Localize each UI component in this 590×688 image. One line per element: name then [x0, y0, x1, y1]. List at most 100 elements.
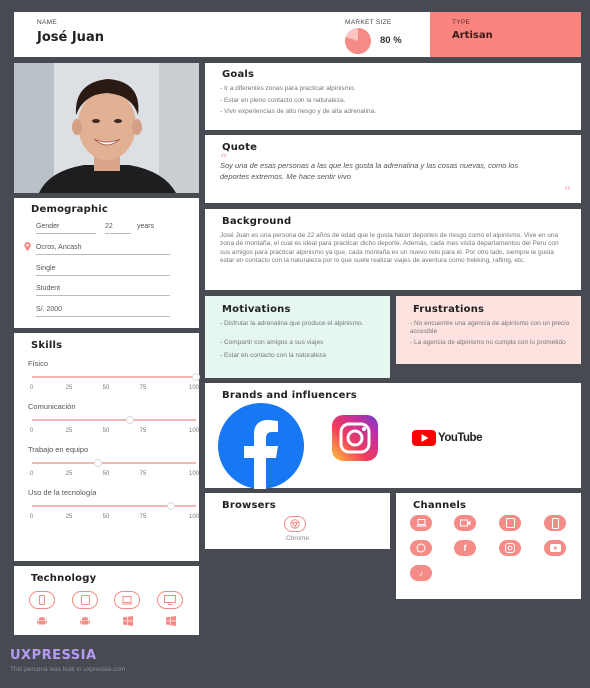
skill-tick-label: 100	[188, 514, 200, 520]
instagram-icon	[499, 540, 521, 556]
skill-tick-label: 75	[139, 385, 147, 391]
skill-tick-label: 0	[30, 385, 34, 391]
chrome-icon	[284, 516, 306, 532]
motivation-item: - Estar en contacto con la naturaleza	[220, 352, 326, 359]
avatar-card	[14, 63, 199, 193]
skill-label: Trabajo en equipo	[28, 445, 89, 454]
browsers-title: Browsers	[222, 500, 276, 511]
footer-brand[interactable]: UXPRESSIA	[10, 648, 97, 663]
laptop-icon	[410, 515, 432, 531]
gender-field: Gender	[36, 223, 96, 234]
video-icon	[454, 515, 476, 531]
quote-card: Quote “ Soy una de esas personas a las q…	[205, 135, 581, 203]
browsers-card: Browsers Chrome	[205, 493, 390, 549]
location-field: Ocros, Ancash	[36, 244, 170, 255]
skill-label: Uso de la tecnología	[28, 488, 97, 497]
skill-tick-label: 100	[188, 471, 200, 477]
frustration-item: - La agencia de alpinismo no cumpla con …	[410, 339, 566, 346]
skill-tick-label: 0	[30, 514, 34, 520]
age-unit: years	[137, 223, 155, 230]
channels-title: Channels	[413, 500, 467, 511]
youtube-icon	[544, 540, 566, 556]
avatar	[14, 63, 199, 193]
brands-title: Brands and influencers	[222, 390, 357, 401]
skill-slider[interactable]	[32, 459, 196, 467]
type-panel: TYPE Artisan	[430, 12, 581, 57]
skill-tick-label: 100	[188, 385, 200, 391]
facebook-logo	[218, 403, 304, 489]
frustrations-card: Frustrations - No encuentre una agencia …	[396, 296, 581, 364]
skill-label: Comunicación	[28, 402, 76, 411]
skill-slider[interactable]	[32, 373, 200, 381]
type-value: Artisan	[452, 30, 493, 41]
instagram-logo	[332, 415, 378, 461]
youtube-text: YouTube	[438, 432, 482, 444]
skill-tick-label: 50	[102, 471, 110, 477]
skills-title: Skills	[31, 340, 63, 351]
skill-slider-knob[interactable]	[167, 502, 176, 510]
motivations-card: Motivations - Disfrutar la adrenalina qu…	[205, 296, 390, 378]
skill-tick-label: 50	[102, 385, 110, 391]
skill-tick-label: 100	[188, 428, 200, 434]
chrome-label: Chrome	[285, 535, 310, 542]
market-size-pie	[345, 28, 372, 54]
demographic-title: Demographic	[31, 204, 109, 215]
location-pin-icon	[24, 242, 31, 251]
windows-icon	[121, 614, 135, 628]
skill-slider-knob[interactable]	[93, 459, 102, 467]
skill-tick-label: 0	[30, 471, 34, 477]
market-size-label: MARKET SIZE	[345, 19, 392, 26]
skill-slider[interactable]	[32, 502, 196, 510]
skill-tick-label: 75	[139, 471, 147, 477]
quote-title: Quote	[222, 142, 258, 153]
skill-slider-knob[interactable]	[192, 373, 200, 381]
background-text: José Juan es una persona de 22 años de e…	[220, 232, 559, 264]
windows-icon	[164, 614, 178, 628]
laptop-icon	[114, 591, 140, 609]
skill-slider-knob[interactable]	[126, 416, 135, 424]
type-label: TYPE	[452, 19, 471, 26]
tablet-icon	[72, 591, 98, 609]
frustration-item: - No encuentre una agencia de alpinismo …	[410, 320, 570, 336]
footer-note: This persona was built in uxpressia.com	[10, 666, 126, 673]
skills-card: Skills Físico 0 25 50 75 100 Comunicación 0 25 50…	[14, 333, 200, 561]
frustrations-title: Frustrations	[413, 304, 485, 315]
skill-slider[interactable]	[32, 416, 196, 424]
skill-tick-label: 75	[139, 428, 147, 434]
motivation-item: - Disfrutar la adrenalina que produce el…	[220, 320, 364, 327]
market-size-value: 80 %	[380, 35, 402, 46]
goal-item: - Estar en pleno contacto con la natural…	[220, 96, 346, 104]
header-card: NAME José Juan MARKET SIZE 80 % TYPE Art…	[14, 12, 581, 57]
name-label: NAME	[37, 19, 57, 26]
skill-tick-label: 25	[65, 514, 73, 520]
income-field: S/. 2000	[36, 306, 170, 317]
youtube-logo: YouTube	[412, 430, 482, 446]
skill-tick-label: 50	[102, 514, 110, 520]
occupation-field: Student	[36, 285, 170, 296]
quote-text: Soy una de esas personas a las que les g…	[220, 161, 519, 181]
brands-card: Brands and influencers YouTube	[205, 383, 581, 489]
technology-title: Technology	[31, 573, 97, 584]
phone-icon	[29, 591, 55, 609]
goals-list: - Ir a diferentes zonas para practicar a…	[220, 83, 376, 118]
skill-tick-label: 50	[102, 428, 110, 434]
persona-name: José Juan	[37, 30, 104, 45]
android-icon	[78, 614, 92, 628]
tablet-icon	[499, 515, 521, 531]
android-icon	[35, 614, 49, 628]
desktop-icon	[157, 591, 183, 609]
goal-item: - Vivir experiencias de alto riesgo y de…	[220, 108, 376, 115]
motivations-title: Motivations	[222, 304, 291, 315]
demographic-card: Demographic Gender 22 years Ocros, Ancas…	[14, 198, 199, 328]
skill-tick-label: 25	[65, 385, 73, 391]
skill-tick-label: 0	[30, 428, 34, 434]
whatsapp-icon	[410, 540, 432, 556]
channels-card: Channels f ♪	[396, 493, 581, 599]
facebook-icon: f	[454, 540, 476, 556]
phone-icon	[544, 515, 566, 531]
goal-item: - Ir a diferentes zonas para practicar a…	[220, 85, 356, 92]
background-card: Background José Juan es una persona de 2…	[205, 209, 581, 290]
background-title: Background	[222, 216, 292, 227]
skill-label: Físico	[28, 359, 49, 368]
skill-tick-label: 75	[139, 514, 147, 520]
